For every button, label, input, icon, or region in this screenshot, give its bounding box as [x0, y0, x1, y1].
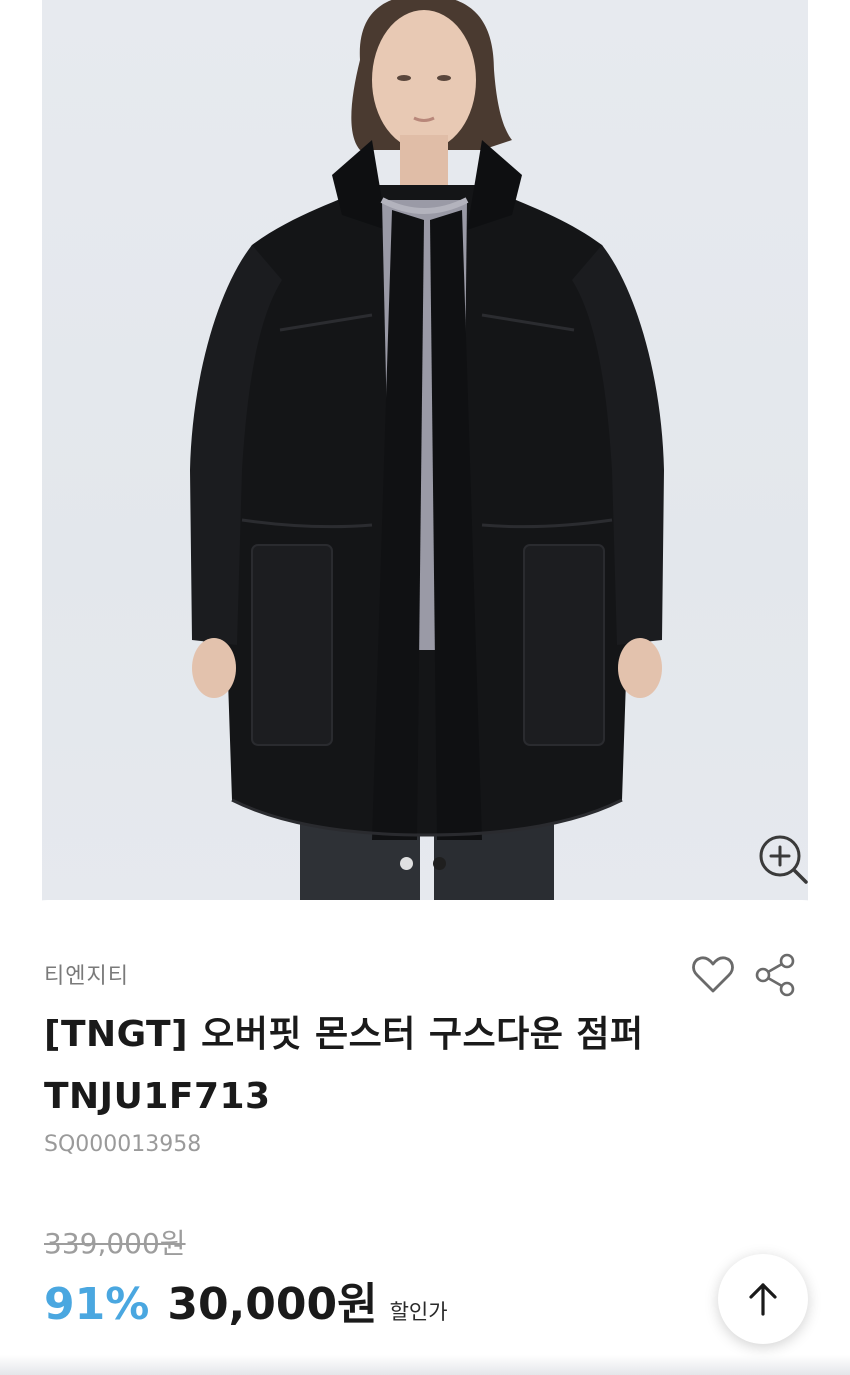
discount-rate: 91% [44, 1279, 150, 1330]
product-sku: SQ000013958 [44, 1132, 202, 1157]
share-icon [755, 953, 795, 997]
model-wearing-jacket-illustration [190, 0, 664, 930]
gallery-dot-active[interactable] [433, 857, 446, 870]
product-image-gallery[interactable] [0, 0, 850, 930]
original-price: 339,000원 [44, 1227, 186, 1260]
product-photo [42, 0, 808, 930]
product-detail-page: 티엔지티 [TNGT] 오버핏 몬스터 구스다운 점퍼 TNJU1F713 SQ… [0, 0, 850, 1375]
sale-price-label: 할인가 [389, 1300, 448, 1324]
gallery-dot[interactable] [400, 857, 413, 870]
product-title: [TNGT] 오버핏 몬스터 구스다운 점퍼 TNJU1F713 [44, 1014, 644, 1117]
brand-name[interactable]: 티엔지티 [44, 958, 129, 990]
price-row: 91% 30,000원 할인가 [44, 1268, 448, 1332]
zoom-in-icon [759, 835, 808, 884]
arrow-up-icon [749, 1283, 777, 1316]
zoom-button[interactable] [754, 830, 810, 886]
sale-price: 30,000원 [167, 1279, 378, 1330]
heart-icon [692, 956, 734, 993]
gallery-pagination [400, 857, 446, 870]
bottom-fade [0, 1355, 850, 1375]
scroll-to-top-button[interactable] [718, 1254, 808, 1344]
share-button[interactable] [752, 952, 798, 998]
product-info-sheet: 티엔지티 [TNGT] 오버핏 몬스터 구스다운 점퍼 TNJU1F713 SQ… [0, 900, 850, 1375]
wishlist-button[interactable] [690, 952, 736, 998]
